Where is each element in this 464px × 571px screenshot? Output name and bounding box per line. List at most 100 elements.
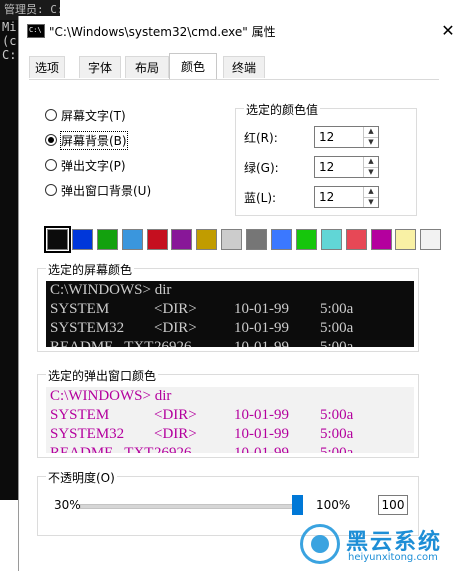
preview-cell-name: SYSTEM32 xyxy=(50,426,125,442)
color-swatch[interactable] xyxy=(44,226,71,253)
color-swatch[interactable] xyxy=(171,229,193,250)
screen-preview-title: 选定的屏幕颜色 xyxy=(46,261,135,278)
blue-label: 蓝(L): xyxy=(244,190,277,205)
radio-label: 弹出窗口背景(U) xyxy=(61,183,152,198)
decrement-icon[interactable]: ▼ xyxy=(364,196,378,208)
radio-button[interactable] xyxy=(45,109,57,121)
preview-cell-date: 10-01-99 xyxy=(234,301,289,317)
preview-cell-date: 10-01-99 xyxy=(234,339,289,347)
opacity-slider-thumb[interactable] xyxy=(292,495,303,515)
radio-popup-background[interactable]: 弹出窗口背景(U) xyxy=(45,181,151,199)
preview-row: SYSTEM32 <DIR> 10-01-99 5:00a xyxy=(46,425,414,444)
radio-label: 弹出文字(P) xyxy=(61,158,126,173)
green-label: 绿(G): xyxy=(244,160,279,175)
preview-cell-type: <DIR> xyxy=(154,426,197,442)
watermark-emblem-icon xyxy=(300,524,340,564)
preview-cell-date: 10-01-99 xyxy=(234,320,289,336)
preview-row: SYSTEM <DIR> 10-01-99 5:00a xyxy=(46,300,414,319)
green-spinner[interactable]: ▲▼ xyxy=(314,156,379,178)
opacity-title: 不透明度(O) xyxy=(46,469,117,486)
close-button[interactable]: ✕ xyxy=(438,21,458,41)
color-swatch[interactable] xyxy=(146,229,168,250)
blue-spinner[interactable]: ▲▼ xyxy=(314,186,379,208)
color-swatch[interactable] xyxy=(320,229,342,250)
color-swatch[interactable] xyxy=(246,229,268,250)
color-values-group: 选定的颜色值 红(R): ▲▼ 绿(G): ▲▼ 蓝(L): ▲▼ xyxy=(235,101,417,216)
preview-row: README TXT 26926 10-01-99 5:00a xyxy=(46,444,414,453)
color-swatch[interactable] xyxy=(345,229,367,250)
opacity-value-box[interactable]: 100 xyxy=(378,495,408,515)
radio-button[interactable] xyxy=(45,184,57,196)
blue-row: 蓝(L): ▲▼ xyxy=(244,185,379,209)
screen-preview-group: 选定的屏幕颜色 C:\WINDOWS> dir SYSTEM <DIR> 10-01… xyxy=(37,261,419,352)
color-swatch[interactable] xyxy=(295,229,317,250)
preview-cell-time: 5:00a xyxy=(320,407,354,423)
tab-terminal[interactable]: 终端 xyxy=(223,56,265,78)
preview-cell-name: SYSTEM32 xyxy=(50,320,125,336)
preview-cell-name: README TXT xyxy=(50,445,154,453)
preview-cell-type: <DIR> xyxy=(154,301,197,317)
color-swatch[interactable] xyxy=(121,229,143,250)
preview-cell-type: 26926 xyxy=(154,339,192,347)
opacity-min-label: 30% xyxy=(54,498,81,512)
tab-strip: 选项 字体 布局 颜色 终端 xyxy=(29,53,449,80)
color-swatch[interactable] xyxy=(395,229,417,250)
color-swatch[interactable] xyxy=(420,229,442,250)
tab-colors[interactable]: 颜色 xyxy=(169,53,217,79)
opacity-max-label: 100% xyxy=(316,498,351,512)
green-row: 绿(G): ▲▼ xyxy=(244,155,379,179)
increment-icon[interactable]: ▲ xyxy=(364,127,378,137)
popup-color-preview: C:\WINDOWS> dir SYSTEM <DIR> 10-01-99 5:00a… xyxy=(46,387,414,453)
tab-options[interactable]: 选项 xyxy=(29,56,65,78)
color-swatch[interactable] xyxy=(370,229,392,250)
red-row: 红(R): ▲▼ xyxy=(244,125,379,149)
preview-cell-type: <DIR> xyxy=(154,407,197,423)
color-swatch[interactable] xyxy=(96,229,118,250)
cmd-app-icon: C:\ xyxy=(27,24,45,38)
red-spinner[interactable]: ▲▼ xyxy=(314,126,379,148)
properties-dialog: C:\ "C:\Windows\system32\cmd.exe" 属性 ✕ 选… xyxy=(18,16,464,571)
preview-cell-time: 5:00a xyxy=(320,445,354,453)
increment-icon[interactable]: ▲ xyxy=(364,157,378,167)
color-swatch[interactable] xyxy=(71,229,93,250)
preview-prompt: C:\WINDOWS> dir xyxy=(50,282,172,298)
radio-screen-background[interactable]: 屏幕背景(B) xyxy=(45,130,128,150)
decrement-icon[interactable]: ▼ xyxy=(364,166,378,178)
preview-cell-time: 5:00a xyxy=(320,339,354,347)
red-input[interactable] xyxy=(315,127,363,147)
radio-popup-text[interactable]: 弹出文字(P) xyxy=(45,156,126,174)
popup-preview-title: 选定的弹出窗口颜色 xyxy=(46,367,159,384)
watermark-url: heiyunxitong.com xyxy=(348,552,438,563)
increment-icon[interactable]: ▲ xyxy=(364,187,378,197)
preview-cell-date: 10-01-99 xyxy=(234,426,289,442)
preview-row: SYSTEM <DIR> 10-01-99 5:00a xyxy=(46,406,414,425)
preview-cell-name: SYSTEM xyxy=(50,407,110,423)
popup-preview-group: 选定的弹出窗口颜色 C:\WINDOWS> dir SYSTEM <DIR> 10-… xyxy=(37,367,419,458)
green-input[interactable] xyxy=(315,157,363,177)
preview-cell-time: 5:00a xyxy=(320,426,354,442)
radio-label: 屏幕背景(B) xyxy=(60,130,128,150)
radio-label: 屏幕文字(T) xyxy=(61,108,126,123)
window-title: "C:\Windows\system32\cmd.exe" 属性 xyxy=(49,25,276,39)
color-values-title: 选定的颜色值 xyxy=(244,101,321,118)
opacity-slider-track[interactable] xyxy=(80,504,300,509)
preview-cell-time: 5:00a xyxy=(320,320,354,336)
tab-font[interactable]: 字体 xyxy=(79,56,121,78)
preview-cell-date: 10-01-99 xyxy=(234,445,289,453)
tab-layout[interactable]: 布局 xyxy=(125,56,169,78)
color-swatch[interactable] xyxy=(271,229,293,250)
radio-screen-text[interactable]: 屏幕文字(T) xyxy=(45,106,126,124)
watermark-logo: 黑云系统 heiyunxitong.com xyxy=(300,520,460,568)
preview-cell-date: 10-01-99 xyxy=(234,407,289,423)
color-swatch[interactable] xyxy=(196,229,218,250)
preview-row: README TXT 26926 10-01-99 5:00a xyxy=(46,338,414,347)
radio-button-checked[interactable] xyxy=(45,134,57,146)
decrement-icon[interactable]: ▼ xyxy=(364,136,378,148)
screen-color-preview: C:\WINDOWS> dir SYSTEM <DIR> 10-01-99 5:00a… xyxy=(46,281,414,347)
color-palette xyxy=(44,226,445,253)
color-swatch[interactable] xyxy=(221,229,243,250)
title-bar[interactable]: C:\ "C:\Windows\system32\cmd.exe" 属性 ✕ xyxy=(19,16,464,46)
blue-input[interactable] xyxy=(315,187,363,207)
radio-button[interactable] xyxy=(45,159,57,171)
preview-cell-name: README TXT xyxy=(50,339,154,347)
